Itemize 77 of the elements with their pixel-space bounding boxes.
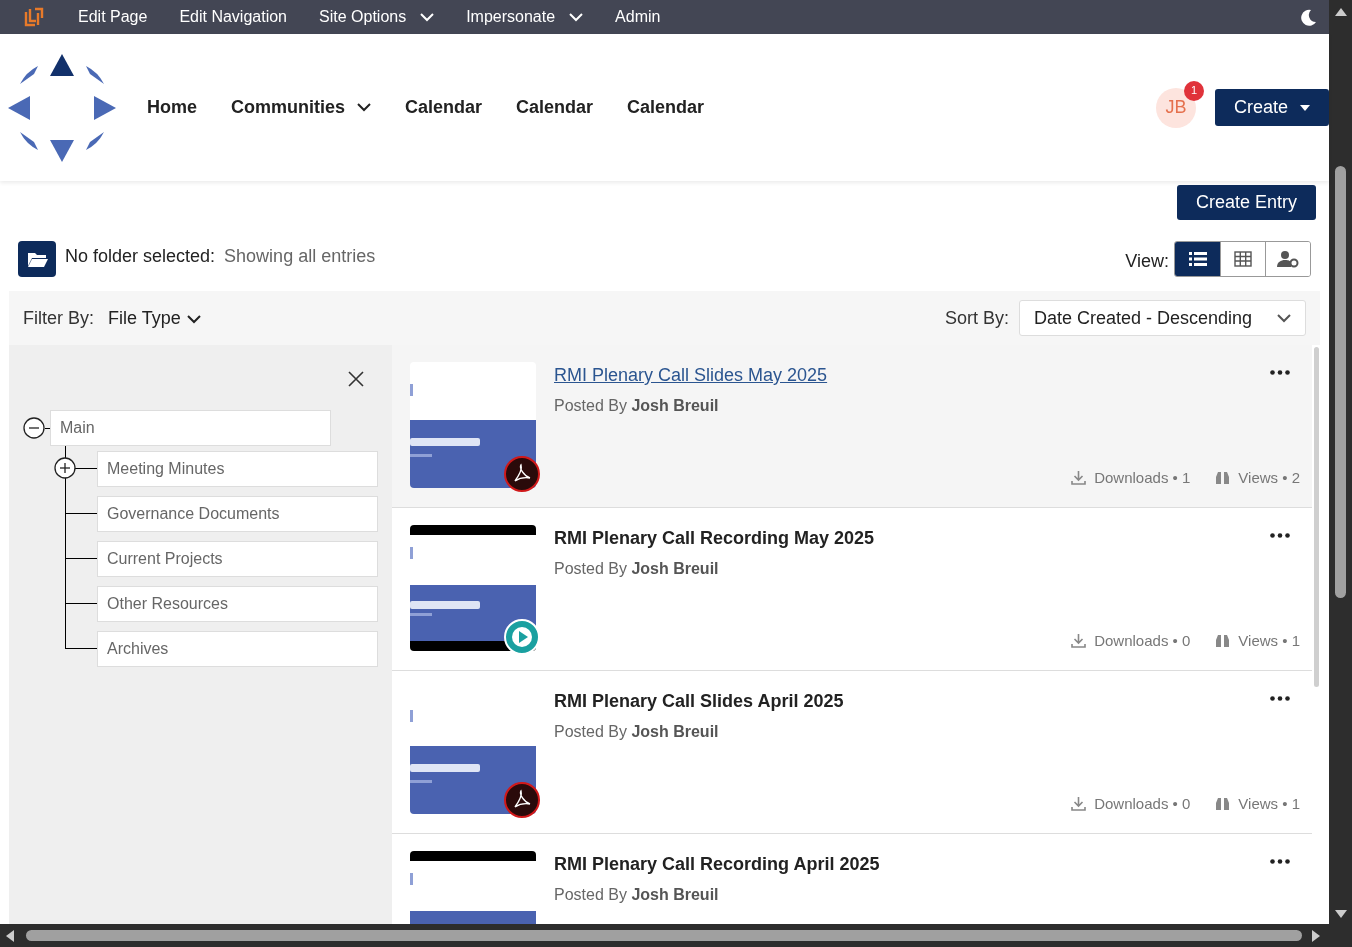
folder-icon[interactable] [18, 241, 56, 277]
folder-item[interactable]: Meeting Minutes [97, 450, 378, 487]
admin-menu-item[interactable]: Site Options [303, 0, 451, 34]
entry-title[interactable]: RMI Plenary Call Slides April 2025 [554, 688, 844, 715]
pdf-icon [504, 456, 540, 492]
posted-by: Posted By Josh Breuil [554, 722, 720, 742]
filter-label: Filter By: [23, 306, 94, 330]
moon-icon[interactable] [1299, 8, 1317, 26]
scrollbar-thumb[interactable] [1313, 347, 1319, 687]
brand-logo[interactable] [23, 6, 45, 28]
entry-title[interactable]: RMI Plenary Call Slides May 2025 [554, 362, 828, 389]
more-icon[interactable] [1270, 533, 1290, 538]
file-type-dropdown[interactable]: File Type [108, 304, 201, 332]
create-button[interactable]: Create [1214, 89, 1329, 126]
collapse-icon[interactable] [23, 417, 45, 439]
binoculars-icon [1215, 470, 1231, 485]
download-count: Downloads • 0 [1094, 630, 1191, 651]
more-icon[interactable] [1270, 859, 1290, 864]
posted-by: Posted By Josh Breuil [554, 396, 720, 416]
admin-menu-item[interactable]: Edit Page [62, 0, 164, 34]
admin-menu-item[interactable]: Impersonate [450, 0, 600, 34]
sort-label: Sort By: [944, 306, 1009, 330]
pdf-icon [504, 782, 540, 818]
nav-link[interactable]: Calendar [388, 94, 500, 121]
folder-item[interactable]: Archives [97, 630, 378, 667]
posted-by: Posted By Josh Breuil [554, 559, 720, 579]
view-label: View: [1125, 250, 1169, 273]
download-icon [1071, 796, 1087, 812]
scrollbar-thumb[interactable] [1335, 166, 1346, 598]
admin-menu-item[interactable]: Admin [599, 0, 677, 34]
user-gear-icon [1277, 250, 1299, 268]
vertical-scrollbar[interactable] [1329, 0, 1352, 924]
view-count: Views • 2 [1238, 467, 1300, 488]
list-icon [1188, 251, 1207, 267]
binoculars-icon [1215, 796, 1231, 811]
chevron-down-icon [186, 314, 201, 324]
scroll-right-icon[interactable] [1312, 929, 1320, 942]
list-view-button[interactable] [1175, 242, 1220, 276]
more-icon[interactable] [1270, 696, 1290, 701]
scroll-up-icon[interactable] [1334, 8, 1347, 16]
nav-link[interactable]: Home [130, 94, 214, 121]
table-icon [1234, 251, 1252, 267]
folder-item[interactable]: Current Projects [97, 540, 378, 577]
play-icon [504, 619, 540, 655]
posted-by: Posted By Josh Breuil [554, 885, 720, 905]
caret-icon [1300, 104, 1310, 111]
download-icon [1071, 633, 1087, 649]
expand-icon[interactable] [54, 457, 76, 479]
entry-row[interactable]: RMI Plenary Call Slides May 2025 Posted By Josh Breuil Downloads • 1 Views • 2 [392, 345, 1312, 508]
entry-title[interactable]: RMI Plenary Call Recording April 2025 [554, 851, 880, 878]
download-icon [1071, 470, 1087, 486]
close-icon[interactable] [348, 371, 364, 387]
folder-status-value: Showing all entries [224, 245, 376, 268]
entry-title[interactable]: RMI Plenary Call Recording May 2025 [554, 525, 875, 552]
folder-status-label: No folder selected: [65, 245, 216, 268]
view-count: Views • 1 [1238, 793, 1300, 814]
scrollbar-thumb[interactable] [26, 930, 1302, 941]
admin-menu-item[interactable]: Edit Navigation [163, 0, 303, 34]
notification-badge: 1 [1183, 80, 1204, 101]
sort-dropdown[interactable]: Date Created - Descending [1019, 300, 1306, 336]
download-count: Downloads • 1 [1094, 467, 1191, 488]
more-icon[interactable] [1270, 370, 1290, 375]
folder-item[interactable]: Main [50, 410, 331, 446]
nav-link[interactable]: Calendar [499, 94, 611, 121]
download-count: Downloads • 0 [1094, 793, 1191, 814]
scroll-left-icon[interactable] [6, 929, 14, 942]
binoculars-icon [1215, 633, 1231, 648]
chevron-down-icon [1277, 313, 1291, 323]
nav-link[interactable]: Calendar [610, 94, 722, 121]
view-count: Views • 1 [1238, 630, 1300, 651]
horizontal-scrollbar[interactable] [0, 924, 1352, 947]
nav-link[interactable]: Communities [214, 94, 389, 121]
scroll-down-icon[interactable] [1334, 910, 1347, 918]
folder-item[interactable]: Other Resources [97, 585, 378, 622]
create-entry-button[interactable]: Create Entry [1176, 185, 1316, 220]
folder-item[interactable]: Governance Documents [97, 495, 378, 532]
user-settings-view-button[interactable] [1265, 242, 1310, 276]
